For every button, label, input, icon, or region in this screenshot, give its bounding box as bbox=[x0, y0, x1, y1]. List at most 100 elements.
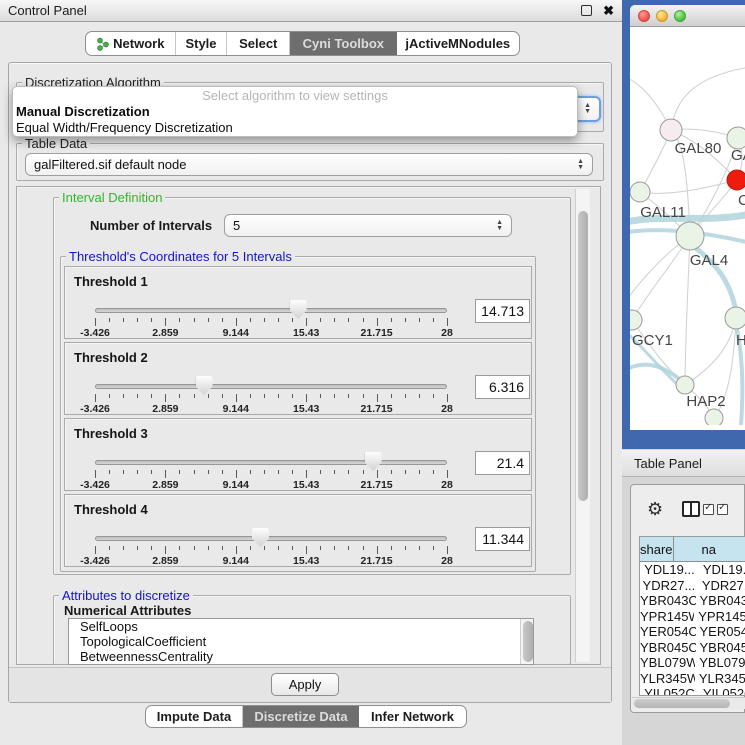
checkbox-icon[interactable] bbox=[717, 504, 728, 515]
attribute-item-selfloops[interactable]: SelfLoops bbox=[69, 619, 533, 634]
tab-cyni-toolbox[interactable]: Cyni Toolbox bbox=[290, 32, 397, 55]
table-row[interactable]: YBR045CYBR045C bbox=[640, 640, 745, 656]
slider-ticks bbox=[95, 318, 447, 327]
table-panel-title: Table Panel bbox=[634, 456, 702, 471]
slider-track[interactable] bbox=[95, 308, 447, 313]
network-canvas[interactable]: GAL80GACGAL11GAL4GCY1HHAP2 bbox=[630, 27, 745, 425]
node-label-c: C bbox=[738, 192, 745, 209]
checkbox-icon[interactable] bbox=[703, 504, 714, 515]
number-of-intervals-label: Number of Intervals bbox=[90, 218, 212, 233]
slider-ticks bbox=[95, 546, 447, 555]
tab-style[interactable]: Style bbox=[176, 32, 228, 55]
apply-strip: Apply bbox=[9, 667, 611, 702]
number-of-intervals-combobox[interactable]: 5 ▲▼ bbox=[224, 214, 512, 237]
cell-name: YER054C bbox=[696, 624, 745, 640]
slider-track[interactable] bbox=[95, 460, 447, 465]
table-row[interactable]: YBR043CYBR043C bbox=[640, 593, 745, 609]
GCY1-node[interactable] bbox=[630, 310, 642, 330]
slider-ticks bbox=[95, 394, 447, 403]
cell-shared-name: YER054C bbox=[640, 624, 696, 640]
slider-thumb[interactable] bbox=[290, 300, 307, 319]
tab-select[interactable]: Select bbox=[227, 32, 290, 55]
table-row[interactable]: YLR345WYLR345W bbox=[640, 671, 745, 687]
combo-arrows-icon: ▲▼ bbox=[496, 220, 503, 232]
H-node[interactable] bbox=[725, 307, 745, 329]
threshold-value-field[interactable]: 11.344 bbox=[475, 527, 530, 551]
number-of-intervals-value: 5 bbox=[233, 218, 240, 233]
column-header-shared-name[interactable]: shared... bbox=[640, 537, 674, 561]
GAL4-node[interactable] bbox=[676, 222, 704, 250]
cell-shared-name: YDL19... bbox=[640, 562, 699, 578]
slider-thumb[interactable] bbox=[252, 528, 269, 547]
tab-network[interactable]: Network bbox=[86, 32, 176, 55]
zoom-traffic-light-icon[interactable] bbox=[674, 10, 686, 22]
settings-scrollbar[interactable] bbox=[575, 189, 590, 662]
minimize-traffic-light-icon[interactable] bbox=[656, 10, 668, 22]
gear-icon[interactable]: ⚙ bbox=[647, 499, 663, 520]
table-row[interactable]: YDR27...YDR27... bbox=[640, 578, 745, 594]
table-panel-section: Table Panel ⚙ shared... na YDL19...YDL19… bbox=[622, 449, 745, 745]
interval-definition-title: Interval Definition bbox=[59, 190, 165, 205]
attributes-group: Attributes to discretize Numerical Attri… bbox=[53, 595, 571, 665]
bottom-tab-impute-data[interactable]: Impute Data bbox=[146, 706, 243, 727]
algorithm-dropdown-popup: Select algorithm to view settings Manual… bbox=[12, 86, 578, 137]
dropdown-item-equal-width-frequency-discretization[interactable]: Equal Width/Frequency Discretization bbox=[13, 120, 577, 136]
dropdown-item-manual-discretization[interactable]: Manual Discretization bbox=[13, 104, 577, 120]
table-panel-box: ⚙ shared... na YDL19...YDL19...YDR27...Y… bbox=[630, 484, 745, 713]
cell-name: YPR145W bbox=[694, 609, 745, 625]
GAL11-node[interactable] bbox=[630, 182, 650, 202]
cell-shared-name: YIL052C bbox=[640, 686, 699, 696]
control-panel-titlebar: Control Panel ✖ bbox=[0, 0, 622, 22]
cut-node-top-right[interactable] bbox=[727, 127, 745, 149]
red-node[interactable] bbox=[727, 170, 745, 190]
apply-button[interactable]: Apply bbox=[271, 673, 339, 696]
cell-shared-name: YBR043C bbox=[640, 593, 696, 609]
attribute-item-betweennesscentrality[interactable]: BetweennessCentrality bbox=[69, 649, 533, 664]
numerical-attributes-list[interactable]: SelfLoopsTopologicalCoefficientBetweenne… bbox=[68, 618, 534, 665]
bottom-tab-discretize-data[interactable]: Discretize Data bbox=[243, 706, 359, 727]
float-icon[interactable] bbox=[581, 5, 592, 16]
cell-shared-name: YPR145W bbox=[640, 609, 694, 625]
tab-jactivemnodules[interactable]: jActiveMNodules bbox=[397, 32, 519, 55]
slider-track[interactable] bbox=[95, 384, 447, 389]
table-horizontal-scrollbar[interactable] bbox=[632, 697, 745, 709]
slider-thumb[interactable] bbox=[365, 452, 382, 471]
node-label-gal4: GAL4 bbox=[690, 252, 728, 269]
GAL80-node[interactable] bbox=[660, 119, 682, 141]
slider-tick-labels: -3.4262.8599.14415.4321.71528 bbox=[95, 555, 447, 566]
cell-shared-name: YDR27... bbox=[640, 578, 698, 594]
table-row[interactable]: YER054CYER054C bbox=[640, 624, 745, 640]
network-window-titlebar[interactable] bbox=[630, 5, 745, 27]
table-panel-toolbar: ⚙ bbox=[631, 485, 744, 533]
threshold-panel-2: Threshold 2-3.4262.8599.14415.4321.71528… bbox=[64, 342, 532, 415]
threshold-panel-1: Threshold 1-3.4262.8599.14415.4321.71528… bbox=[64, 266, 532, 339]
table-data-combobox[interactable]: galFiltered.sif default node ▲▼ bbox=[25, 153, 593, 176]
node-label-h: H bbox=[736, 332, 745, 349]
settings-scrollpane: Interval Definition Number of Intervals … bbox=[16, 186, 601, 665]
column-header-name[interactable]: na bbox=[674, 537, 745, 561]
HAP2-node[interactable] bbox=[676, 376, 694, 394]
slider-tick-labels: -3.4262.8599.14415.4321.71528 bbox=[95, 327, 447, 338]
attributes-scrollbar[interactable] bbox=[520, 619, 533, 664]
bottom-tab-infer-network[interactable]: Infer Network bbox=[359, 706, 466, 727]
table-row[interactable]: YIL052CYIL052C bbox=[640, 686, 745, 696]
attribute-item-topologicalcoefficient[interactable]: TopologicalCoefficient bbox=[69, 634, 533, 649]
thresholds-group: Threshold's Coordinates for 5 Intervals … bbox=[60, 256, 536, 572]
bottom-cut-node[interactable] bbox=[705, 409, 723, 425]
slider-thumb[interactable] bbox=[196, 376, 213, 395]
cyni-bottom-tabs: Impute DataDiscretize DataInfer Network bbox=[145, 705, 467, 728]
table-row[interactable]: YDL19...YDL19... bbox=[640, 562, 745, 578]
threshold-value-field[interactable]: 14.713 bbox=[475, 299, 530, 323]
close-traffic-light-icon[interactable] bbox=[638, 10, 650, 22]
close-icon[interactable]: ✖ bbox=[603, 5, 614, 16]
columns-icon[interactable] bbox=[682, 501, 700, 517]
table-row[interactable]: YPR145WYPR145W bbox=[640, 609, 745, 625]
threshold-value-field[interactable]: 21.4 bbox=[475, 451, 530, 475]
cell-name: YBR045C bbox=[696, 640, 745, 656]
combo-arrows-icon: ▲▼ bbox=[584, 103, 591, 115]
table-row[interactable]: YBL079WYBL079W bbox=[640, 655, 745, 671]
threshold-value-field[interactable]: 6.316 bbox=[475, 375, 530, 399]
slider-track[interactable] bbox=[95, 536, 447, 541]
interval-definition-group: Interval Definition Number of Intervals … bbox=[53, 197, 571, 575]
node-label-hap2: HAP2 bbox=[686, 393, 725, 410]
